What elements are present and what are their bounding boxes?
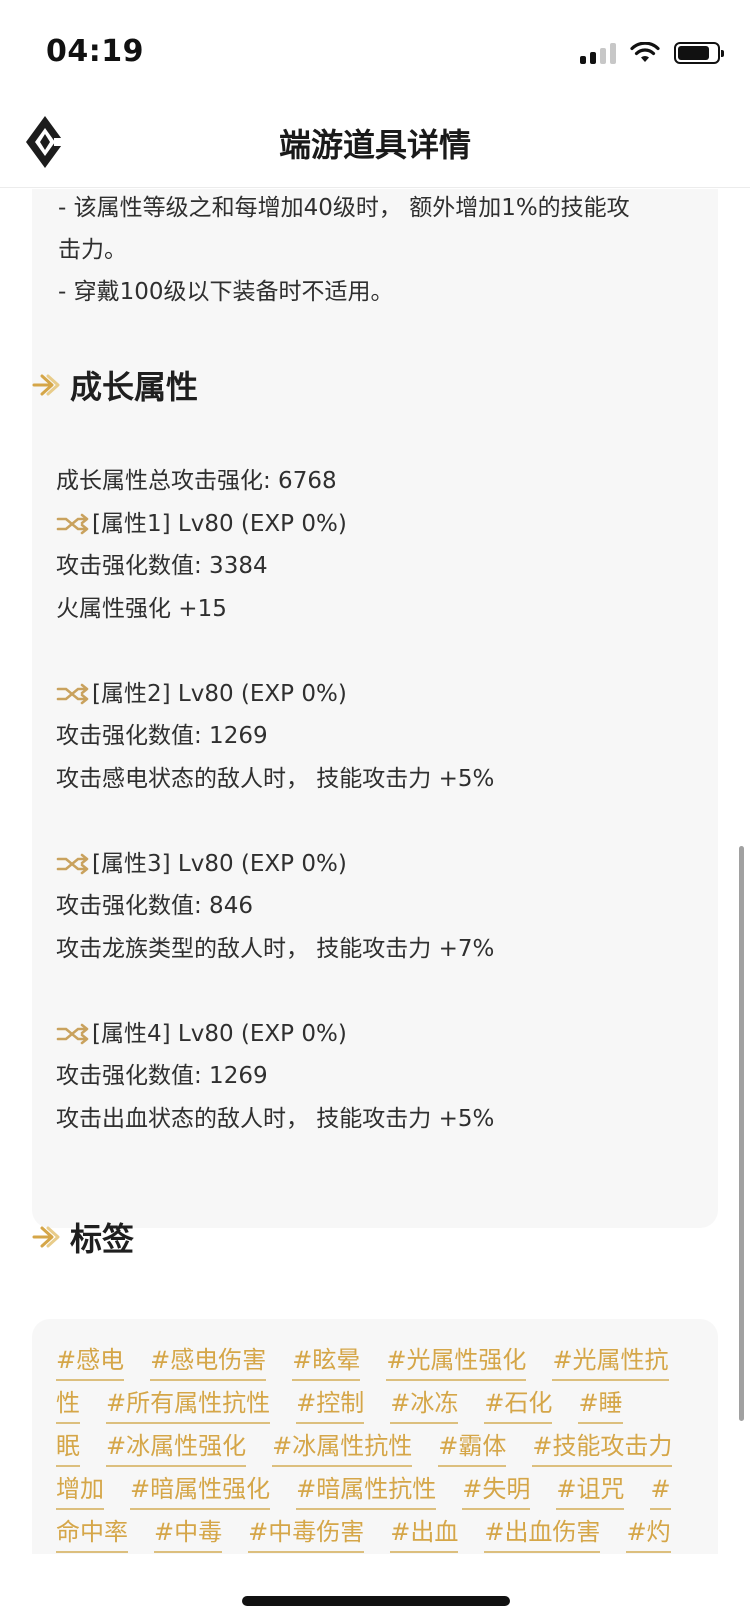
- tag-link[interactable]: #出血: [390, 1514, 459, 1553]
- tag-row: 命中率 #中毒 #中毒伤害 #出血 #出血伤害 #灼: [56, 1514, 697, 1553]
- growth-card: 成长属性总攻击强化: 6768 [属性1] Lv80 (EXP 0%) 攻击强化…: [32, 436, 718, 1228]
- tag-link[interactable]: #感电伤害: [150, 1342, 267, 1381]
- bottom-safe-area: [0, 1554, 750, 1624]
- tags-section-header: 标签: [32, 1214, 134, 1260]
- tag-link[interactable]: 命中率: [56, 1514, 128, 1553]
- attribute-header: [属性2] Lv80 (EXP 0%): [56, 676, 347, 712]
- attribute-header-text: [属性2] Lv80 (EXP 0%): [92, 681, 347, 707]
- tag-link[interactable]: #中毒伤害: [248, 1514, 365, 1553]
- attribute-header: [属性3] Lv80 (EXP 0%): [56, 846, 347, 882]
- tag-link[interactable]: #光属性抗: [552, 1342, 669, 1381]
- tags-section-title: 标签: [70, 1220, 135, 1258]
- tag-link[interactable]: #诅咒: [556, 1471, 625, 1510]
- tag-link[interactable]: #光属性强化: [386, 1342, 527, 1381]
- tag-link[interactable]: #石化: [484, 1385, 553, 1424]
- tag-link[interactable]: #暗属性强化: [130, 1471, 271, 1510]
- intro-line: 击力。: [58, 237, 127, 263]
- tag-link[interactable]: #冰冻: [390, 1385, 459, 1424]
- shuffle-icon: [56, 1023, 89, 1045]
- home-indicator[interactable]: [242, 1596, 510, 1606]
- tag-link[interactable]: 增加: [56, 1471, 104, 1510]
- cellular-signal-icon: [580, 42, 616, 64]
- arrow-right-icon: [32, 374, 60, 396]
- page-title: 端游道具详情: [278, 126, 471, 164]
- tag-link[interactable]: #感电: [56, 1342, 125, 1381]
- attribute-effect: 攻击感电状态的敌人时， 技能攻击力 +5%: [56, 766, 495, 792]
- intro-line: - 穿戴100级以下装备时不适用。: [58, 279, 394, 305]
- status-icons: [580, 42, 724, 64]
- tag-link[interactable]: #失明: [462, 1471, 531, 1510]
- wifi-icon: [630, 42, 660, 62]
- attribute-header: [属性1] Lv80 (EXP 0%): [56, 506, 347, 542]
- attribute-header-text: [属性4] Lv80 (EXP 0%): [92, 1021, 347, 1047]
- tag-link[interactable]: #: [650, 1471, 671, 1510]
- tag-row: 增加 #暗属性强化 #暗属性抗性 #失明 #诅咒 #: [56, 1471, 697, 1510]
- tag-link[interactable]: #霸体: [438, 1428, 507, 1467]
- attribute-value: 攻击强化数值: 1269: [56, 1063, 268, 1089]
- content-area[interactable]: - 该属性等级之和每增加40级时， 额外增加1%的技能攻 击力。 - 穿戴100…: [0, 189, 750, 1554]
- tag-row: 眠 #冰属性强化 #冰属性抗性 #霸体 #技能攻击力: [56, 1428, 698, 1467]
- tag-link[interactable]: #睡: [578, 1385, 623, 1424]
- tag-link[interactable]: #所有属性抗性: [106, 1385, 271, 1424]
- attribute-effect: 火属性强化 +15: [56, 596, 227, 622]
- growth-section-header: 成长属性: [32, 362, 198, 408]
- tag-link[interactable]: #冰属性抗性: [272, 1428, 413, 1467]
- attribute-header: [属性4] Lv80 (EXP 0%): [56, 1016, 347, 1052]
- tag-link[interactable]: #冰属性强化: [106, 1428, 247, 1467]
- shuffle-icon: [56, 853, 89, 875]
- arrow-right-icon: [32, 1226, 60, 1248]
- status-bar: 04:19: [0, 0, 750, 100]
- shuffle-icon: [56, 513, 89, 535]
- attribute-header-text: [属性3] Lv80 (EXP 0%): [92, 851, 347, 877]
- attribute-value: 攻击强化数值: 3384: [56, 553, 268, 579]
- growth-total: 成长属性总攻击强化: 6768: [56, 468, 337, 494]
- attribute-effect: 攻击龙族类型的敌人时， 技能攻击力 +7%: [56, 936, 495, 962]
- tag-row: 性 #所有属性抗性 #控制 #冰冻 #石化 #睡: [56, 1385, 649, 1424]
- vertical-scrollbar[interactable]: [739, 846, 744, 1421]
- tag-link[interactable]: 眠: [56, 1428, 80, 1467]
- tag-link[interactable]: #暗属性抗性: [296, 1471, 437, 1510]
- tag-link[interactable]: #灼: [626, 1514, 671, 1553]
- tag-link[interactable]: #眩晕: [292, 1342, 361, 1381]
- attribute-value: 攻击强化数值: 846: [56, 893, 253, 919]
- growth-section-title: 成长属性: [70, 368, 199, 406]
- attribute-effect: 攻击出血状态的敌人时， 技能攻击力 +5%: [56, 1106, 495, 1132]
- tag-link[interactable]: 性: [56, 1385, 80, 1424]
- tag-link[interactable]: #技能攻击力: [532, 1428, 673, 1467]
- attribute-value: 攻击强化数值: 1269: [56, 723, 268, 749]
- tag-link[interactable]: #中毒: [154, 1514, 223, 1553]
- shuffle-icon: [56, 683, 89, 705]
- tag-row: #感电 #感电伤害 #眩晕 #光属性强化 #光属性抗: [56, 1342, 695, 1381]
- status-time: 04:19: [46, 34, 144, 69]
- tags-card: #感电 #感电伤害 #眩晕 #光属性强化 #光属性抗 性 #所有属性抗性 #控制 #冰冻 #石化…: [32, 1319, 718, 1554]
- nav-header: 端游道具详情: [0, 100, 750, 188]
- tag-link[interactable]: #出血伤害: [484, 1514, 601, 1553]
- battery-icon: [674, 42, 724, 64]
- tag-link[interactable]: #控制: [296, 1385, 365, 1424]
- attribute-header-text: [属性1] Lv80 (EXP 0%): [92, 511, 347, 537]
- intro-line: - 该属性等级之和每增加40级时， 额外增加1%的技能攻: [58, 195, 630, 221]
